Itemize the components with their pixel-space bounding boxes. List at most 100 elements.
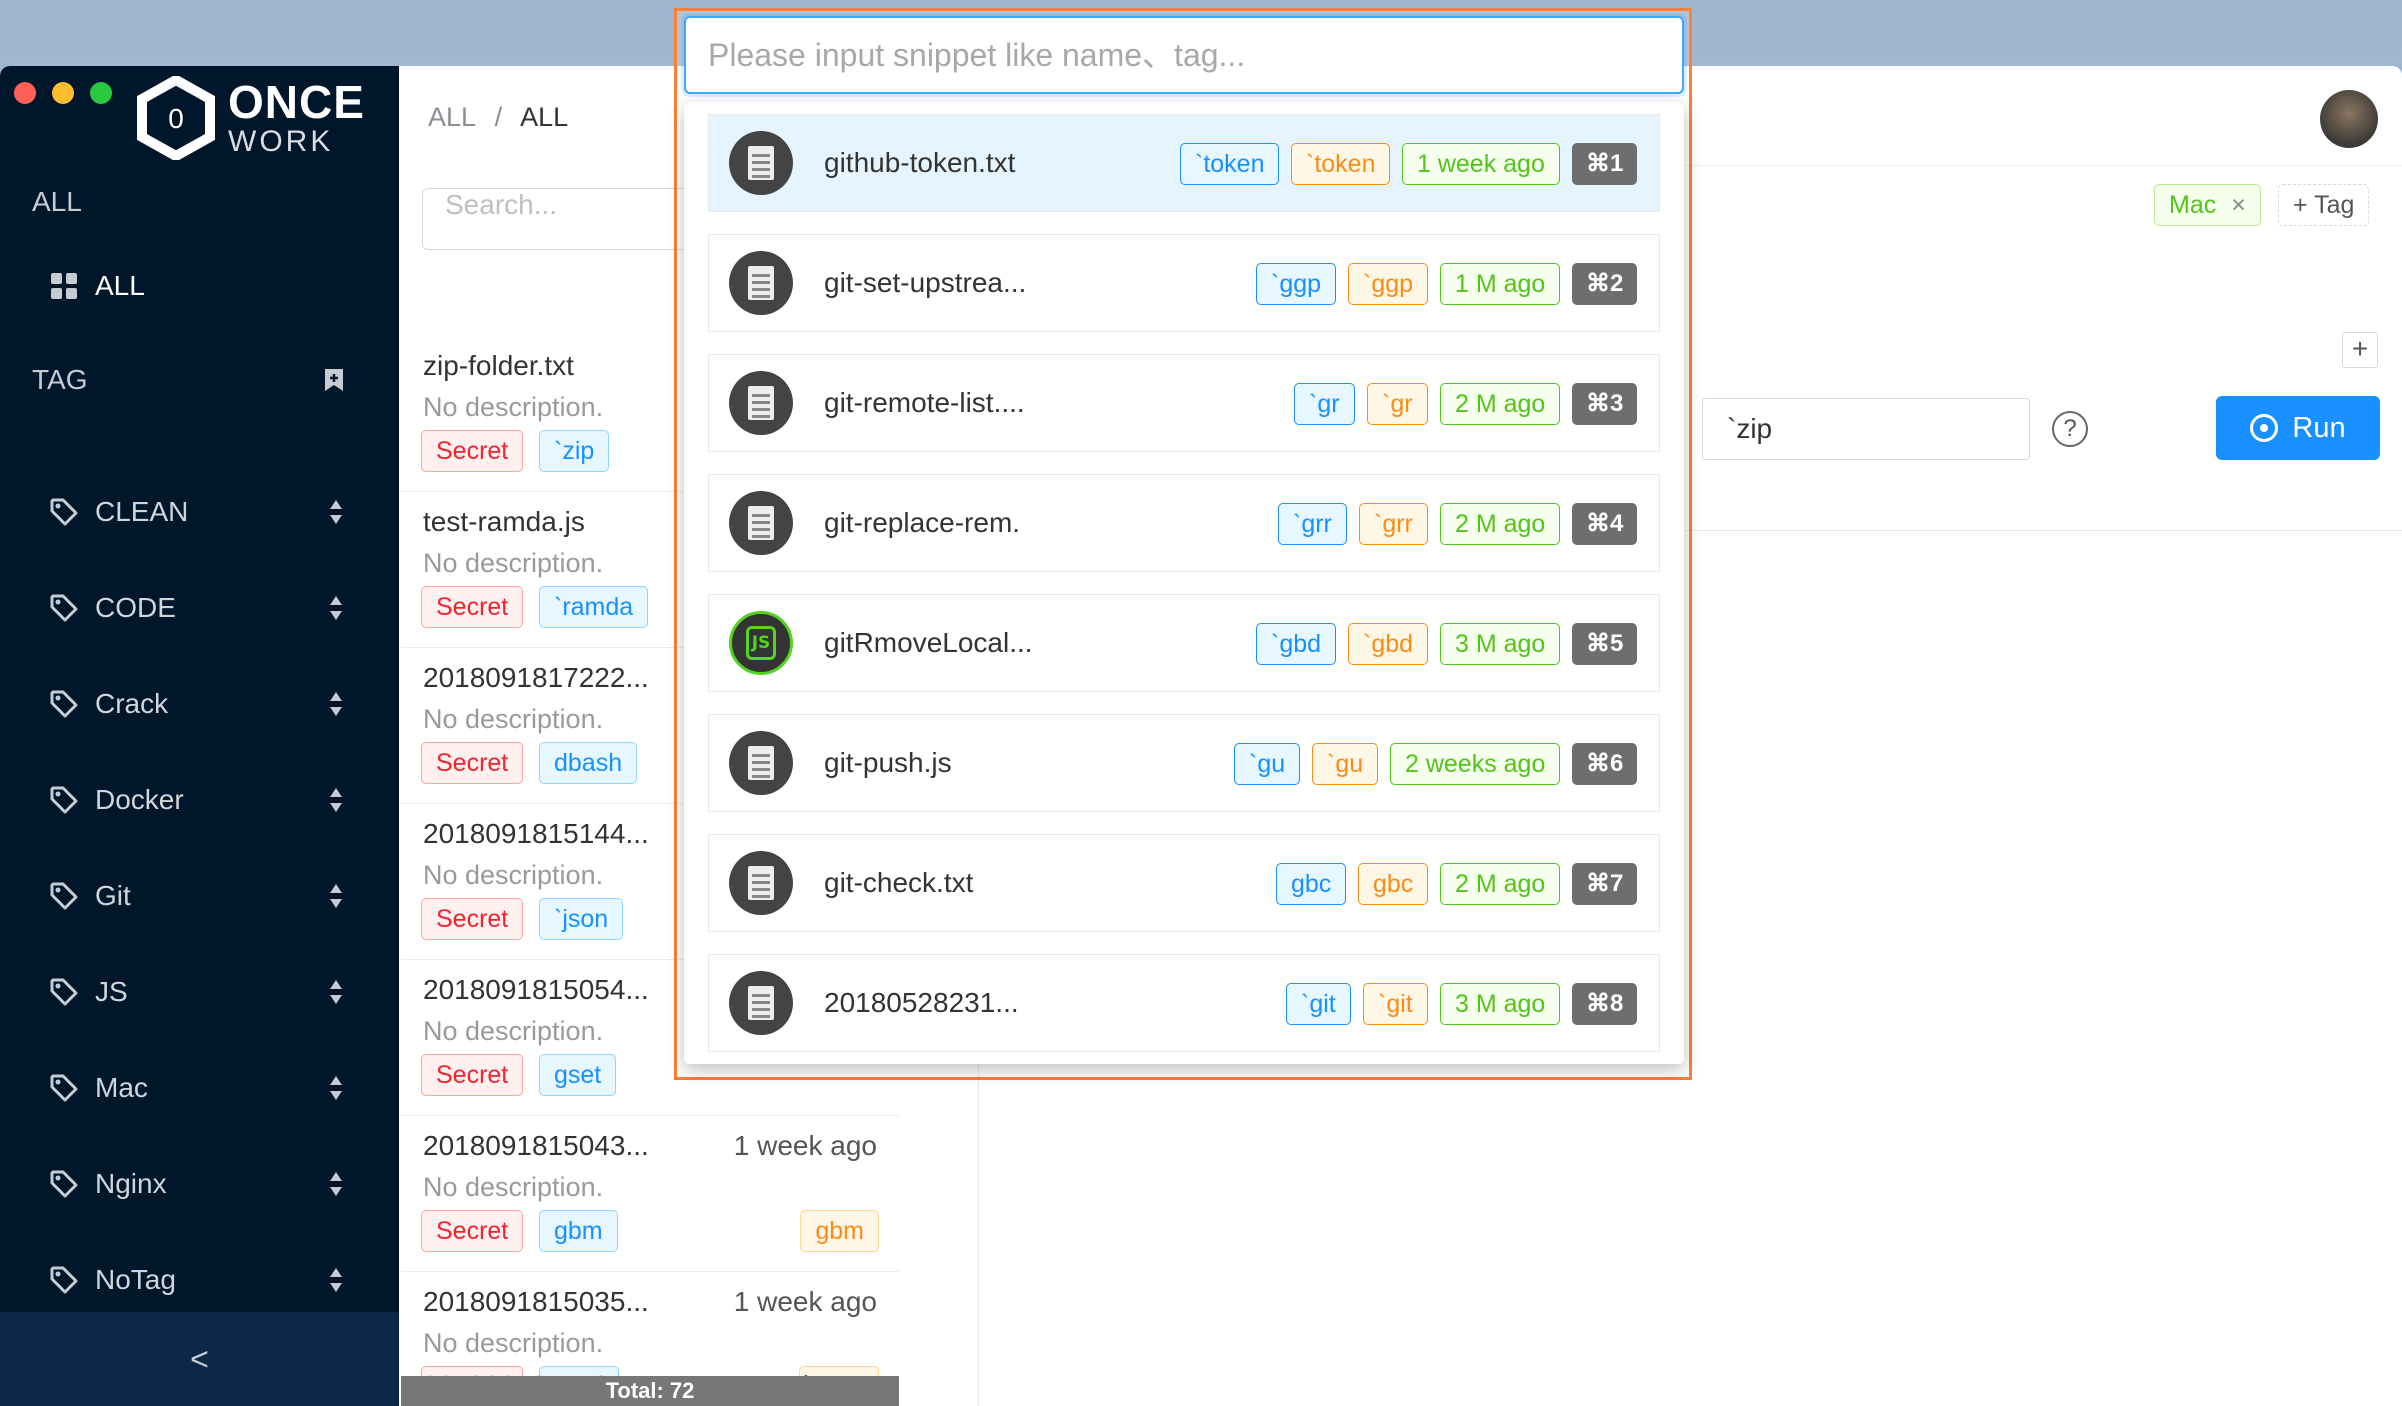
collapse-sidebar-button[interactable]: <	[0, 1312, 399, 1406]
txt-file-icon	[729, 851, 793, 915]
snippet-result-row[interactable]: git-replace-rem. `grr `grr 2 M ago ⌘4	[708, 474, 1660, 572]
snippet-search-input[interactable]: Please input snippet like name、tag...	[684, 16, 1684, 94]
sidebar-item-label: NoTag	[95, 1264, 176, 1295]
snippet-result-keyword[interactable]: `grr	[1359, 503, 1428, 545]
snippet-description: No description.	[423, 860, 604, 890]
txt-file-icon	[729, 491, 793, 555]
secret-tag[interactable]: Secret	[421, 1054, 524, 1096]
sort-icon[interactable]	[329, 499, 343, 525]
snippet-result-keyword[interactable]: `gr	[1367, 383, 1428, 425]
sidebar-item-tag[interactable]: CLEAN	[0, 464, 399, 560]
secret-tag[interactable]: Secret	[421, 1210, 524, 1252]
sidebar-item-tag[interactable]: Docker	[0, 752, 399, 848]
snippet-result-keyword[interactable]: `git	[1363, 983, 1428, 1025]
help-icon[interactable]: ?	[2052, 411, 2088, 447]
snippet-result-keyword[interactable]: `token	[1291, 143, 1391, 185]
sidebar-item-tag[interactable]: Nginx	[0, 1136, 399, 1232]
detail-tag-mac[interactable]: Mac ×	[2154, 184, 2261, 226]
secret-tag[interactable]: Secret	[421, 430, 524, 472]
sort-icon[interactable]	[329, 979, 343, 1005]
logo-text-top: ONCE	[228, 76, 365, 128]
command-input[interactable]: `zip	[1702, 398, 2030, 460]
sidebar-item-tag[interactable]: Crack	[0, 656, 399, 752]
zoom-window-button[interactable]	[90, 82, 112, 104]
snippet-result-shortcut: ⌘3	[1572, 383, 1638, 425]
secret-tag[interactable]: Secret	[421, 742, 524, 784]
snippet-result-row[interactable]: git-check.txt gbc gbc 2 M ago ⌘7	[708, 834, 1660, 932]
sidebar-item-tag[interactable]: JS	[0, 944, 399, 1040]
sidebar-item-tag[interactable]: Mac	[0, 1040, 399, 1136]
sidebar: 0 ONCE WORK ALL ALL TAG CLEAN CODE Crack Do…	[0, 66, 399, 1406]
snippet-tag[interactable]: gset	[539, 1054, 617, 1096]
sort-icon[interactable]	[329, 1267, 343, 1293]
breadcrumb-separator: /	[494, 102, 503, 132]
play-circle-icon	[2250, 414, 2279, 442]
snippet-tag[interactable]: `zip	[539, 430, 610, 472]
sort-icon[interactable]	[329, 691, 343, 717]
sidebar-item-tag[interactable]: Git	[0, 848, 399, 944]
minimize-window-button[interactable]	[52, 82, 74, 104]
tag-icon	[50, 690, 78, 718]
sort-icon[interactable]	[329, 1171, 343, 1197]
snippet-result-name: github-token.txt	[824, 147, 1016, 178]
sidebar-item-label: Docker	[95, 784, 184, 815]
snippet-result-keyword[interactable]: `ggp	[1348, 263, 1429, 305]
snippet-result-keyword[interactable]: `gu	[1312, 743, 1379, 785]
snippet-result-keyword[interactable]: `gbd	[1348, 623, 1429, 665]
sidebar-item-label: Nginx	[95, 1168, 167, 1199]
snippet-description: No description.	[423, 704, 604, 734]
sidebar-item-tag[interactable]: CODE	[0, 560, 399, 656]
snippet-tag[interactable]: gbm	[539, 1210, 618, 1252]
add-command-button[interactable]: +	[2342, 332, 2378, 368]
snippet-result-keyword[interactable]: gbc	[1358, 863, 1429, 905]
sidebar-item-all[interactable]: ALL	[0, 238, 399, 334]
snippet-tag[interactable]: dbash	[539, 742, 638, 784]
tag-icon	[50, 1170, 78, 1198]
close-window-button[interactable]	[14, 82, 36, 104]
snippet-result-row[interactable]: 20180528231... `git `git 3 M ago ⌘8	[708, 954, 1660, 1052]
secret-tag[interactable]: Secret	[421, 586, 524, 628]
snippet-result-time: 1 M ago	[1440, 263, 1561, 305]
breadcrumb: ALL / ALL	[428, 102, 568, 133]
run-button[interactable]: Run	[2216, 396, 2380, 460]
tag-icon	[50, 498, 78, 526]
avatar[interactable]	[2320, 90, 2378, 148]
snippet-result-row[interactable]: git-remote-list.... `gr `gr 2 M ago ⌘3	[708, 354, 1660, 452]
bookmark-add-icon[interactable]	[324, 368, 344, 392]
snippet-result-row[interactable]: JS gitRmoveLocal... `gbd `gbd 3 M ago ⌘5	[708, 594, 1660, 692]
snippet-result-tag[interactable]: `token	[1180, 143, 1280, 185]
snippet-result-tag[interactable]: gbc	[1276, 863, 1347, 905]
tag-icon	[50, 1266, 78, 1294]
snippet-card[interactable]: 2018091815043... 1 week ago No description…	[401, 1116, 899, 1272]
sort-icon[interactable]	[329, 883, 343, 909]
sort-icon[interactable]	[329, 787, 343, 813]
js-file-icon: JS	[729, 611, 793, 675]
tag-icon	[50, 594, 78, 622]
add-tag-button[interactable]: + Tag	[2278, 184, 2370, 226]
snippet-result-time: 3 M ago	[1440, 623, 1561, 665]
snippet-result-time: 3 M ago	[1440, 983, 1561, 1025]
snippet-tag[interactable]: `json	[539, 898, 624, 940]
snippet-result-tag[interactable]: `ggp	[1256, 263, 1337, 305]
snippet-name: zip-folder.txt	[423, 350, 574, 381]
tag-icon	[50, 882, 78, 910]
snippet-result-row[interactable]: git-set-upstrea... `ggp `ggp 1 M ago ⌘2	[708, 234, 1660, 332]
close-icon[interactable]: ×	[2231, 191, 2246, 219]
run-button-label: Run	[2292, 411, 2346, 444]
snippet-description: No description.	[423, 548, 604, 578]
secret-tag[interactable]: Secret	[421, 898, 524, 940]
snippet-result-tag[interactable]: `gr	[1294, 383, 1355, 425]
breadcrumb-root[interactable]: ALL	[428, 102, 475, 132]
tag-icon	[50, 978, 78, 1006]
sidebar-item-label: Crack	[95, 688, 169, 719]
snippet-result-row[interactable]: git-push.js `gu `gu 2 weeks ago ⌘6	[708, 714, 1660, 812]
sort-icon[interactable]	[329, 1075, 343, 1101]
snippet-result-tag[interactable]: `gbd	[1256, 623, 1337, 665]
snippet-tag[interactable]: `ramda	[539, 586, 649, 628]
shortcut-tag[interactable]: gbm	[800, 1210, 879, 1252]
snippet-result-tag[interactable]: `git	[1286, 983, 1351, 1025]
snippet-result-tag[interactable]: `grr	[1278, 503, 1347, 545]
snippet-result-tag[interactable]: `gu	[1234, 743, 1301, 785]
sort-icon[interactable]	[329, 595, 343, 621]
snippet-result-row[interactable]: github-token.txt `token `token 1 week ago ⌘1	[708, 114, 1660, 212]
